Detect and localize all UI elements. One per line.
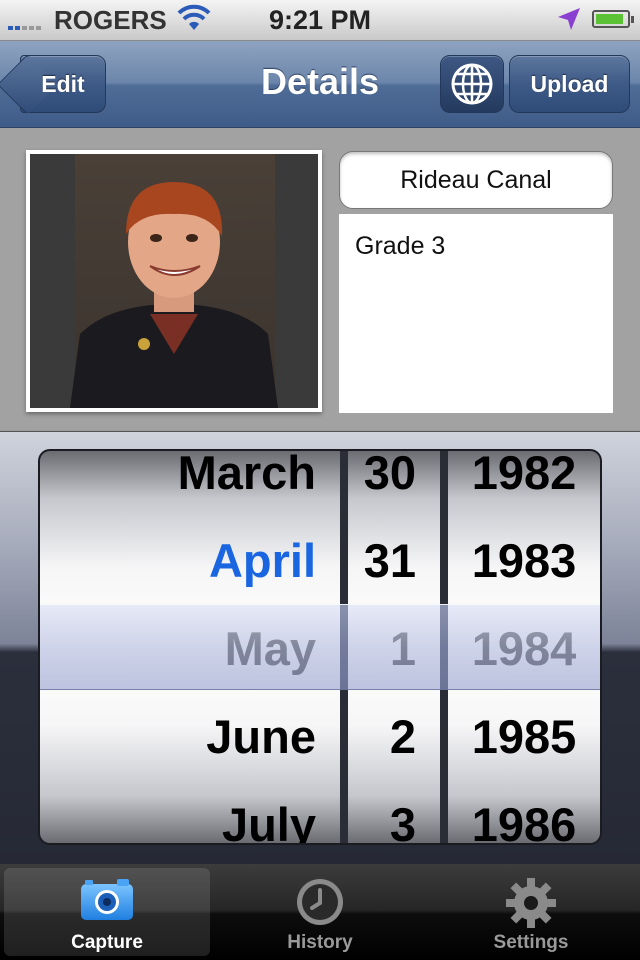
- upload-button[interactable]: Upload: [509, 55, 630, 113]
- tab-bar: Capture History Settings: [0, 864, 640, 960]
- picker-row[interactable]: 1986: [448, 781, 600, 843]
- picker-row-selected[interactable]: May: [40, 605, 340, 693]
- picker-row[interactable]: July: [40, 781, 340, 843]
- tab-settings[interactable]: Settings: [428, 868, 634, 956]
- picker-row-selected[interactable]: 1984: [448, 605, 600, 693]
- picker-row[interactable]: June: [40, 693, 340, 781]
- gear-icon: [506, 878, 556, 928]
- camera-icon: [81, 879, 133, 920]
- tab-history[interactable]: History: [217, 868, 423, 956]
- battery-icon: [592, 10, 634, 28]
- picker-row[interactable]: March: [40, 451, 340, 517]
- status-bar: ROGERS 9:21 PM: [0, 0, 640, 41]
- day-wheel[interactable]: 30 31 1 2 3: [348, 451, 440, 843]
- tab-capture[interactable]: Capture: [4, 868, 210, 956]
- notes-field[interactable]: Grade 3: [339, 214, 613, 413]
- tab-label: Capture: [71, 932, 143, 953]
- globe-button[interactable]: [440, 55, 504, 113]
- year-wheel[interactable]: 1982 1983 1984 1985 1986: [448, 451, 600, 843]
- picker-frame: March April May June July 30 31 1 2 3 19…: [40, 451, 600, 843]
- navigation-bar: Edit Details Upload: [0, 41, 640, 128]
- portrait-photo: [30, 154, 318, 408]
- picker-row[interactable]: 31: [348, 517, 440, 605]
- picker-row[interactable]: April: [40, 517, 340, 605]
- tab-label: History: [287, 932, 353, 953]
- picker-row[interactable]: 2: [348, 693, 440, 781]
- picker-row[interactable]: 30: [348, 451, 440, 517]
- month-wheel[interactable]: March April May June July: [40, 451, 340, 843]
- status-time: 9:21 PM: [268, 5, 372, 35]
- picker-row[interactable]: 1983: [448, 517, 600, 605]
- picker-row-selected[interactable]: 1: [348, 605, 440, 693]
- details-content: Rideau Canal Grade 3: [0, 128, 640, 430]
- photo-thumbnail[interactable]: [26, 150, 322, 412]
- picker-row[interactable]: 1985: [448, 693, 600, 781]
- picker-row[interactable]: 3: [348, 781, 440, 843]
- title-field[interactable]: Rideau Canal: [339, 151, 613, 209]
- location-arrow-icon: [556, 6, 582, 39]
- tab-label: Settings: [493, 932, 569, 953]
- globe-icon: [451, 63, 493, 105]
- date-picker: March April May June July 30 31 1 2 3 19…: [0, 431, 640, 864]
- clock-icon: [297, 879, 343, 925]
- picker-row[interactable]: 1982: [448, 451, 600, 517]
